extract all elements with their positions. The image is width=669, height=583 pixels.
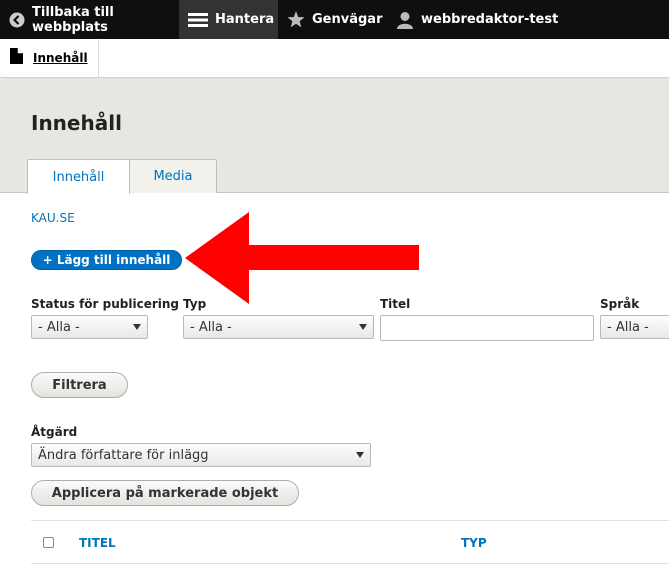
action-label: Åtgärd (31, 425, 78, 439)
document-icon (10, 48, 23, 68)
title-filter-input[interactable] (380, 315, 594, 341)
tab-content[interactable]: Innehåll (27, 159, 130, 194)
manage-menu-button[interactable]: Hantera (179, 0, 278, 39)
user-menu-button[interactable]: webbredaktor-test (387, 0, 558, 39)
filter-button[interactable]: Filtrera (31, 372, 128, 398)
star-icon (287, 11, 305, 28)
status-filter-label: Status för publicering (31, 297, 180, 311)
chevron-down-icon (359, 324, 367, 330)
apply-button[interactable]: Applicera på markerade objekt (31, 480, 299, 506)
select-all-checkbox[interactable] (43, 537, 54, 548)
red-arrow-annotation (185, 212, 419, 304)
shortcuts-button[interactable]: Genvägar (278, 0, 387, 39)
type-filter-select[interactable]: - Alla - (183, 315, 374, 339)
user-label: webbredaktor-test (421, 12, 559, 27)
tray-content-label: Innehåll (33, 51, 88, 65)
back-arrow-icon (9, 12, 25, 28)
hamburger-icon (188, 12, 208, 28)
site-link[interactable]: KAU.SE (31, 211, 75, 225)
manage-label: Hantera (215, 12, 275, 27)
chevron-down-icon (356, 452, 364, 458)
page-title: Innehåll (31, 111, 122, 135)
title-filter-label: Titel (380, 297, 411, 311)
back-to-site-link[interactable]: Tillbaka till webbplats (0, 0, 179, 39)
admin-toolbar: Tillbaka till webbplats Hantera Genvägar… (0, 0, 669, 39)
status-filter-value: - Alla - (38, 319, 80, 335)
type-filter-value: - Alla - (190, 319, 232, 335)
tray-item-content[interactable]: Innehåll (0, 39, 99, 77)
status-filter-select[interactable]: - Alla - (31, 315, 148, 339)
page-header: Innehåll Innehåll Media (0, 80, 669, 194)
content-table-header: TITEL TYP (31, 520, 669, 564)
column-header-title[interactable]: TITEL (79, 536, 116, 550)
action-value: Ändra författare för inlägg (38, 447, 209, 463)
language-filter-value: - Alla - (607, 319, 649, 335)
type-filter-label: Typ (183, 297, 207, 311)
add-content-button[interactable]: + Lägg till innehåll (31, 250, 182, 270)
column-header-type[interactable]: TYP (461, 536, 487, 550)
back-to-site-label: Tillbaka till webbplats (32, 4, 114, 35)
language-filter-select[interactable]: - Alla - (600, 315, 669, 339)
chevron-down-icon (133, 324, 141, 330)
user-icon (396, 11, 414, 29)
shortcuts-label: Genvägar (312, 12, 383, 27)
toolbar-tray: Innehåll (0, 39, 669, 78)
language-filter-label: Språk (600, 297, 640, 311)
action-select[interactable]: Ändra författare för inlägg (31, 443, 371, 467)
tab-media[interactable]: Media (129, 159, 217, 193)
